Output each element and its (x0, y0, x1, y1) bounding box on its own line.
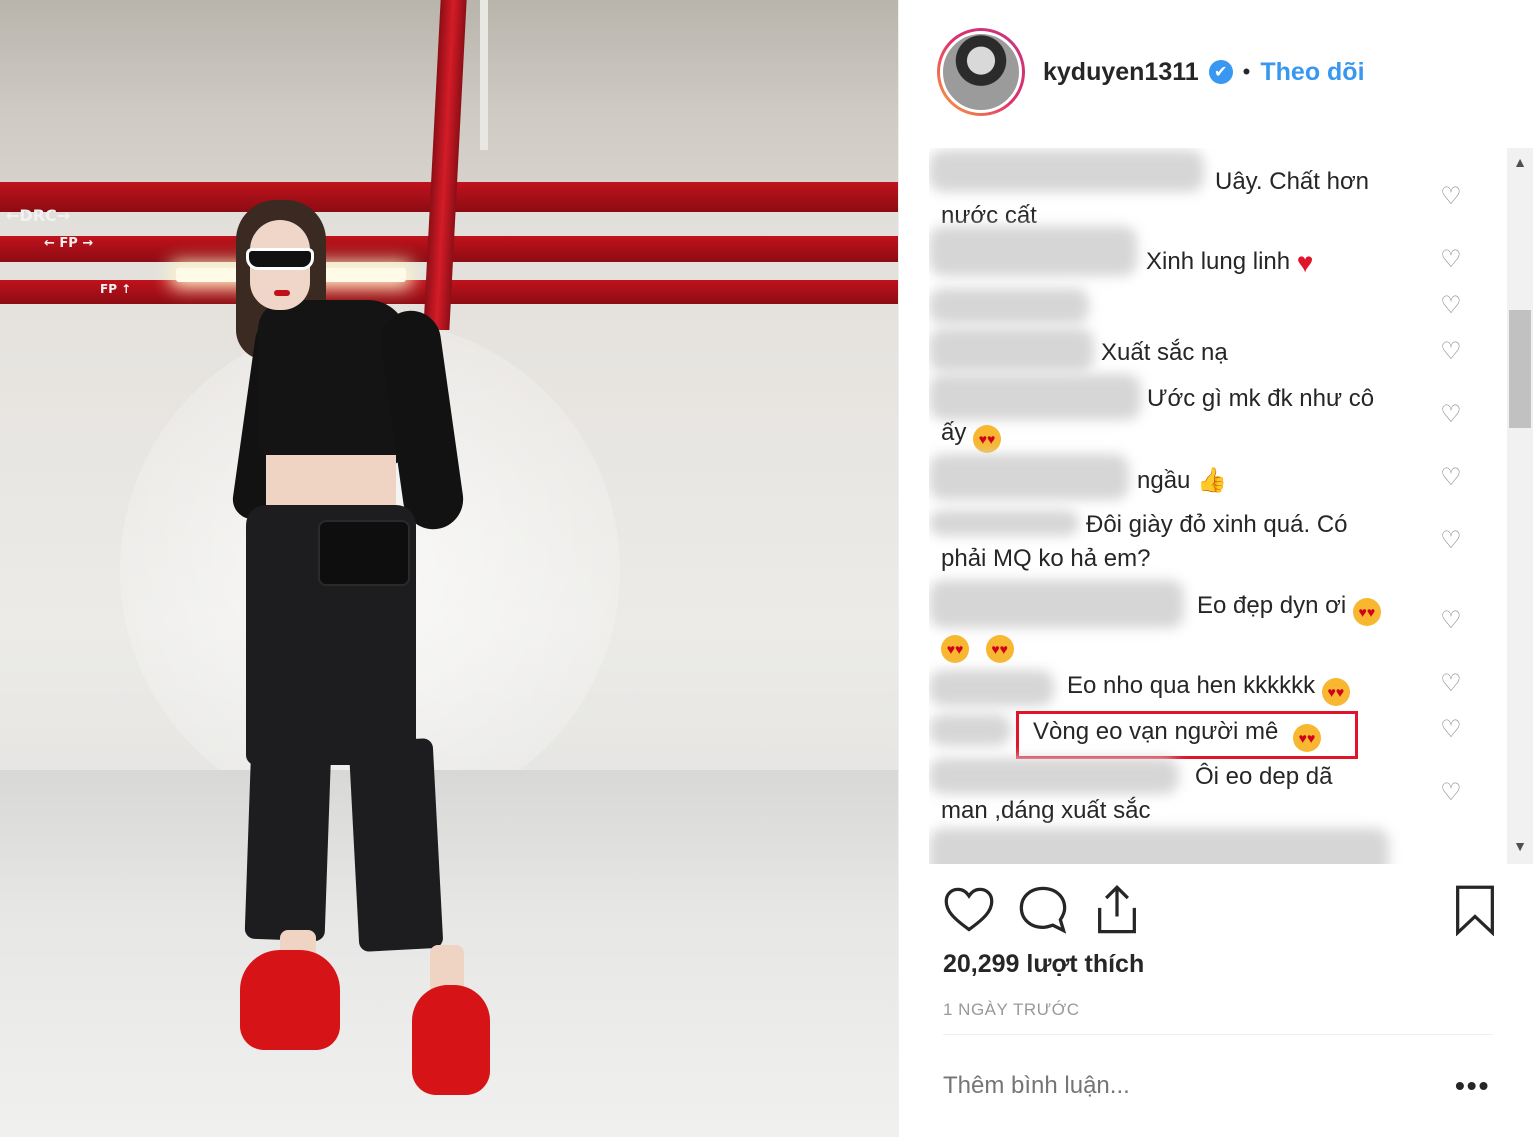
comment-text: Đôi giày đỏ xinh quá. Có (1086, 511, 1348, 538)
comment-like-heart-icon[interactable]: ♡ (1438, 247, 1464, 273)
heart-eyes-emoji-icon: ♥♥ (973, 425, 1002, 453)
likes-count[interactable]: 20,299 lượt thích (943, 950, 1144, 979)
blurred-username (929, 288, 1089, 324)
comment-text: Eo đẹp dyn ơi (1197, 592, 1347, 619)
comment-text: Xinh lung linh (1146, 248, 1291, 275)
scroll-thumb[interactable] (1509, 310, 1531, 428)
comment-like-heart-icon[interactable]: ♡ (1438, 780, 1464, 806)
comment-item: Đôi giày đỏ xinh quá. Có phải MQ ko hả e… (941, 508, 1411, 576)
post-side-panel: kyduyen1311 ✔ • Theo dõi Uây. Chất hơn n… (898, 0, 1534, 1137)
comment-like-heart-icon[interactable]: ♡ (1438, 671, 1464, 697)
heart-eyes-emoji-icon: ♥♥ (985, 635, 1014, 663)
comment-item: Xuất sắc nạ (941, 336, 1411, 370)
comment-item: Uây. Chất hơn nước cất (941, 165, 1411, 233)
comment-text: Eo nho qua hen kkkkkk (1067, 672, 1316, 699)
heart-eyes-emoji-icon: ♥♥ (941, 635, 969, 663)
comment-item: ngầu 👍 (941, 464, 1411, 498)
comment-item: Eo nho qua hen kkkkkk ♥♥ (941, 669, 1411, 706)
username-link[interactable]: kyduyen1311 (1043, 58, 1199, 87)
comment-text: Uây. Chất hơn (1215, 168, 1370, 195)
post-timestamp: 1 NGÀY TRƯỚC (943, 1000, 1080, 1019)
heart-eyes-emoji-icon: ♥♥ (1352, 598, 1381, 626)
add-comment-input[interactable] (943, 1072, 1403, 1100)
heart-icon[interactable] (943, 884, 995, 936)
share-icon[interactable] (1091, 884, 1143, 936)
comment-like-heart-icon[interactable]: ♡ (1438, 528, 1464, 554)
comment-like-heart-icon[interactable]: ♡ (1438, 184, 1464, 210)
comment-icon[interactable] (1017, 884, 1069, 936)
separator-dot: • (1242, 59, 1251, 84)
highlight-box (1016, 711, 1358, 759)
comment-like-heart-icon[interactable]: ♡ (1438, 293, 1464, 319)
avatar[interactable] (937, 28, 1025, 116)
bookmark-icon[interactable] (1449, 884, 1501, 936)
comment-item: Eo đẹp dyn ơi ♥♥ ♥♥ ♥♥ (941, 589, 1411, 663)
scroll-up-arrow-icon[interactable]: ▲ (1507, 154, 1533, 174)
comment-like-heart-icon[interactable]: ♡ (1438, 608, 1464, 634)
comment-like-heart-icon[interactable]: ♡ (1438, 339, 1464, 365)
comment-text: ngầu (1137, 467, 1191, 494)
comment-text-continued: ấy (941, 419, 967, 446)
post-actions (943, 884, 1494, 940)
comment-like-heart-icon[interactable]: ♡ (1438, 402, 1464, 428)
red-heart-emoji-icon: ♥ (1296, 247, 1314, 278)
comments-scrollbar[interactable]: ▲ ▼ (1507, 148, 1533, 864)
comment-text-continued: phải MQ ko hả em? (941, 545, 1151, 572)
comment-text-continued: nước cất (941, 202, 1037, 229)
scroll-down-arrow-icon[interactable]: ▼ (1507, 838, 1533, 858)
photo-person (0, 0, 898, 1137)
more-options-icon[interactable]: ••• (1455, 1070, 1490, 1102)
comment-text-continued: man ,dáng xuất sắc (941, 797, 1151, 824)
comment-text: Xuất sắc nạ (1101, 339, 1228, 366)
verified-badge-icon: ✔ (1208, 60, 1233, 84)
comment-item: Ôi eo dep dã man ,dáng xuất sắc (941, 760, 1411, 828)
comment-like-heart-icon[interactable]: ♡ (1438, 465, 1464, 491)
comment-text: Ước gì mk đk như cô (1147, 385, 1375, 412)
comment-item: Xinh lung linh ♥ (941, 245, 1411, 280)
thumbs-up-emoji-icon: 👍 (1197, 467, 1227, 494)
follow-button[interactable]: Theo dõi (1260, 58, 1364, 87)
comment-item: Ước gì mk đk như cô ấy ♥♥ (941, 382, 1411, 453)
avatar-image (940, 31, 1022, 113)
comment-like-heart-icon[interactable]: ♡ (1438, 717, 1464, 743)
blurred-username (929, 828, 1389, 864)
heart-eyes-emoji-icon: ♥♥ (1321, 678, 1350, 706)
post-photo[interactable]: ←DRC→ ← FP → FP ↑ (0, 0, 898, 1137)
comment-text: Ôi eo dep dã (1195, 763, 1333, 790)
comments-list[interactable]: Uây. Chất hơn nước cất ♡ Xinh lung linh … (929, 148, 1507, 864)
divider (943, 1034, 1493, 1035)
post-header: kyduyen1311 ✔ • Theo dõi (937, 28, 1365, 116)
